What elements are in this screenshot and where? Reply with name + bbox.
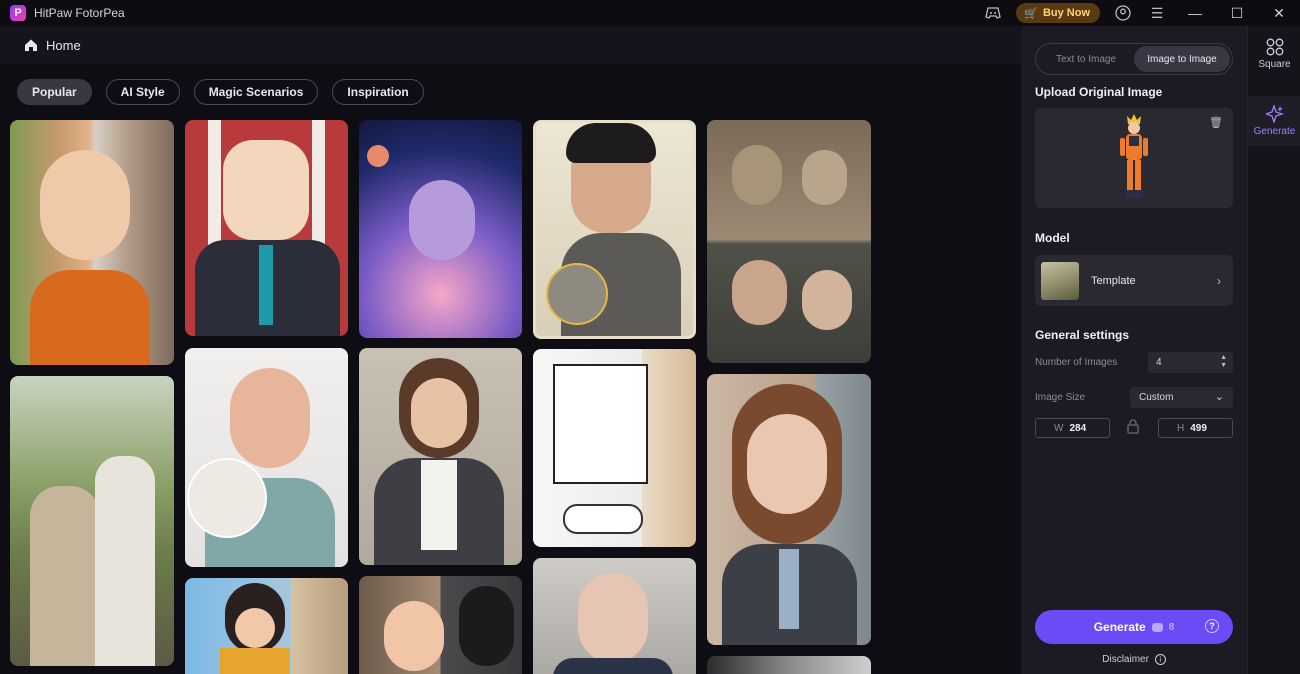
right-rail: Square Generate xyxy=(1247,26,1300,674)
upload-title: Upload Original Image xyxy=(1035,85,1163,99)
help-icon[interactable]: ? xyxy=(1205,619,1219,633)
home-link[interactable]: Home xyxy=(46,38,81,53)
gallery: Popular AI Style Magic Scenarios Inspira… xyxy=(0,64,1021,674)
filter-popular[interactable]: Popular xyxy=(17,79,92,105)
upload-image-area[interactable]: 🗑 xyxy=(1035,108,1233,208)
filter-magic-scenarios[interactable]: Magic Scenarios xyxy=(193,79,319,105)
stepper-arrows-icon[interactable]: ▲ ▼ xyxy=(1220,354,1227,370)
height-label: H xyxy=(1177,422,1185,434)
gallery-tile-bald-young-man[interactable] xyxy=(533,558,696,674)
settings-panel: Text to Image Image to Image Upload Orig… xyxy=(1021,26,1247,674)
breadcrumb: Home xyxy=(0,26,1021,64)
disclaimer-link[interactable]: Disclaimer i xyxy=(1035,654,1233,665)
trash-icon[interactable]: 🗑 xyxy=(1209,116,1223,129)
general-settings-title: General settings xyxy=(1035,328,1130,342)
chevron-right-icon: › xyxy=(1217,273,1221,288)
gallery-tile-sketch-portrait[interactable] xyxy=(707,656,871,674)
height-field[interactable]: H 499 xyxy=(1158,418,1233,438)
menu-icon[interactable]: ☰ xyxy=(1140,0,1174,26)
rail-item-square[interactable]: Square xyxy=(1248,38,1300,70)
num-images-stepper[interactable]: 4 ▲ ▼ xyxy=(1148,352,1233,373)
filter-chips: Popular AI Style Magic Scenarios Inspira… xyxy=(17,79,424,105)
credit-gem-icon xyxy=(1151,622,1163,632)
image-size-value: Custom xyxy=(1139,392,1174,403)
generate-label: Generate xyxy=(1093,620,1146,634)
rail-square-label: Square xyxy=(1258,59,1291,70)
filter-inspiration[interactable]: Inspiration xyxy=(332,79,424,105)
width-label: W xyxy=(1054,422,1064,434)
app-title: HitPaw FotorPea xyxy=(34,6,125,20)
generate-button[interactable]: Generate 8 ? xyxy=(1035,610,1233,644)
image-size-label: Image Size xyxy=(1035,392,1086,403)
gallery-tile-vintage-couple[interactable] xyxy=(707,120,871,363)
tab-image-to-image[interactable]: Image to Image xyxy=(1134,46,1230,72)
model-name: Template xyxy=(1091,274,1136,287)
gallery-tile-space-bunny[interactable] xyxy=(359,120,522,338)
close-icon[interactable]: ✕ xyxy=(1258,0,1300,26)
gallery-tile-bald-man-glasses[interactable] xyxy=(185,348,348,567)
gallery-tile-anime-couple[interactable] xyxy=(10,376,174,666)
gallery-tile-cartoon-girl[interactable] xyxy=(10,120,174,365)
model-selector[interactable]: Template › xyxy=(1035,255,1233,306)
minimize-icon[interactable]: — xyxy=(1174,0,1216,26)
gallery-tile-woman-blazer[interactable] xyxy=(359,348,522,565)
rail-item-generate[interactable]: Generate xyxy=(1248,96,1300,146)
mode-toggle: Text to Image Image to Image xyxy=(1035,43,1233,75)
gallery-tile-cartoon-man[interactable] xyxy=(185,120,348,336)
filter-ai-style[interactable]: AI Style xyxy=(105,79,180,105)
model-title: Model xyxy=(1035,231,1070,245)
disclaimer-label: Disclaimer xyxy=(1102,654,1149,665)
info-icon: i xyxy=(1154,654,1166,665)
num-images-label: Number of Images xyxy=(1035,357,1118,368)
discord-icon[interactable] xyxy=(976,0,1010,26)
sparkle-icon xyxy=(1265,105,1284,123)
gallery-tile-cartoon-woman-yellow[interactable] xyxy=(185,578,348,674)
rail-generate-label: Generate xyxy=(1253,126,1296,137)
gallery-tile-woman-uniform[interactable] xyxy=(707,374,871,645)
image-size-select[interactable]: Custom ⌄ xyxy=(1130,387,1233,408)
gallery-tile-old-photo-man[interactable] xyxy=(533,120,696,339)
maximize-icon[interactable]: ☐ xyxy=(1216,0,1258,26)
generate-credit-count: 8 xyxy=(1168,621,1175,633)
model-thumbnail xyxy=(1041,261,1079,300)
app-logo-icon: P xyxy=(10,5,26,21)
title-bar: P HitPaw FotorPea 🛒 Buy Now ☰ — ☐ ✕ xyxy=(0,0,1300,26)
account-icon[interactable] xyxy=(1106,0,1140,26)
uploaded-image-thumbnail xyxy=(1120,114,1148,198)
width-value: 284 xyxy=(1069,422,1087,434)
home-icon[interactable] xyxy=(24,38,38,52)
gallery-tile-sketch-house[interactable] xyxy=(533,349,696,547)
square-grid-icon xyxy=(1266,38,1283,56)
lock-icon[interactable] xyxy=(1126,418,1140,437)
chevron-down-icon: ⌄ xyxy=(1214,391,1224,403)
height-value: 499 xyxy=(1190,422,1207,434)
gallery-tile-cartoon-couple[interactable] xyxy=(359,576,522,674)
width-field[interactable]: W 284 xyxy=(1035,418,1110,438)
buy-now-label: Buy Now xyxy=(1042,7,1090,19)
num-images-value: 4 xyxy=(1156,357,1162,368)
tab-text-to-image[interactable]: Text to Image xyxy=(1038,46,1134,72)
buy-now-button[interactable]: 🛒 Buy Now xyxy=(1016,3,1100,23)
cart-icon: 🛒 xyxy=(1024,7,1038,20)
